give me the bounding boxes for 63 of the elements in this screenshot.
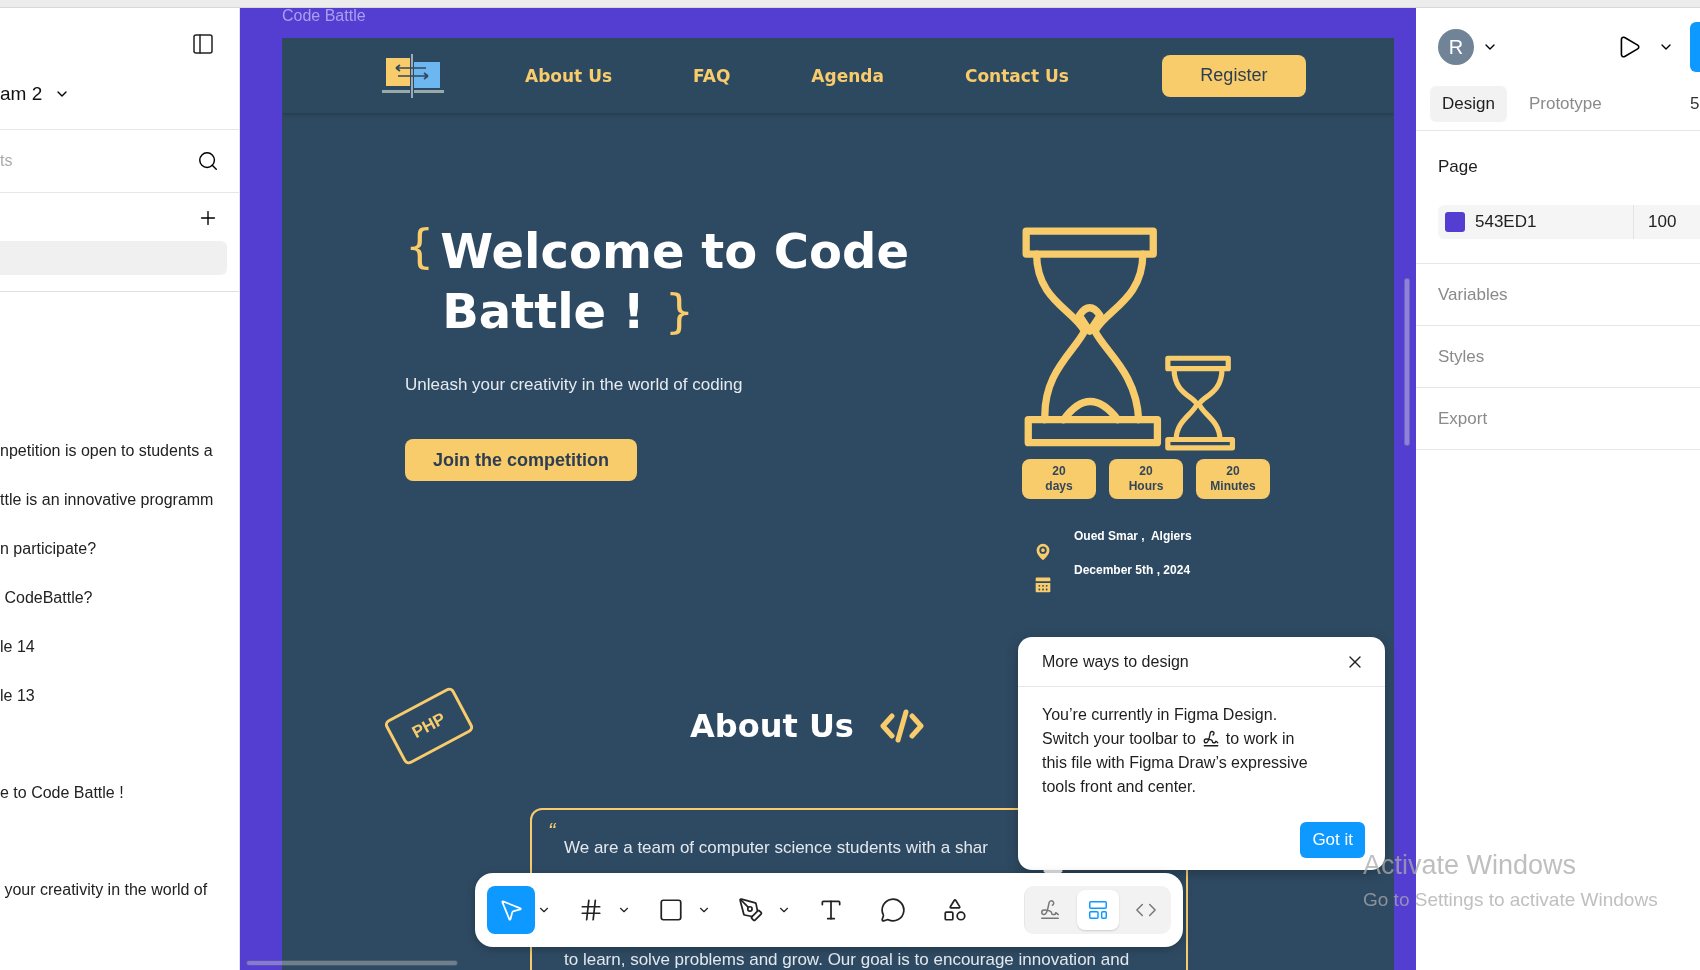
popup-title: More ways to design xyxy=(1042,652,1189,671)
zoom-label[interactable]: 5 xyxy=(1690,94,1700,114)
panel-tab[interactable]: Prototype xyxy=(1516,86,1614,122)
brace-text: } xyxy=(664,286,695,336)
user-avatar[interactable]: R xyxy=(1438,29,1474,65)
code-icon xyxy=(879,707,924,744)
about-paragraph: to learn, solve problems and grow. Our goal is to encourage innovation and xyxy=(564,950,1131,970)
panel-tab[interactable]: Design xyxy=(1430,86,1507,122)
nav-link[interactable]: FAQ xyxy=(693,65,731,86)
popup-text: Switch your toolbar to xyxy=(1042,729,1196,749)
pen-icon xyxy=(738,897,764,923)
popup-text: to work in xyxy=(1225,729,1295,749)
about-paragraph: We are a team of computer science students with a shar xyxy=(564,838,989,858)
nav-link[interactable]: Contact Us xyxy=(964,65,1069,86)
horizontal-scrollbar[interactable] xyxy=(246,960,458,966)
mode-button[interactable] xyxy=(1077,890,1119,930)
popup-text: tools front and center. xyxy=(1042,777,1196,797)
php-card: PHP xyxy=(382,685,476,766)
layer-item[interactable]: n participate? xyxy=(0,540,239,563)
sidebar-toggle-icon[interactable] xyxy=(191,32,215,56)
search-icon[interactable] xyxy=(197,150,219,172)
share-button[interactable] xyxy=(1690,22,1700,72)
nav-link[interactable]: About Us xyxy=(525,65,613,86)
hero-title: Welcome to Code xyxy=(440,222,909,281)
layer-item[interactable]: your creativity in the world of xyxy=(0,881,239,904)
squiggle-icon xyxy=(1039,899,1061,921)
popup-text: You’re currently in Figma Design. xyxy=(1042,705,1278,725)
hero-subtitle: Unleash your creativity in the world of coding xyxy=(405,375,744,395)
hex-field[interactable]: 543ED1 xyxy=(1475,212,1623,232)
countdown-pill: 20 Hours xyxy=(1109,459,1183,499)
quote-mark: “ xyxy=(548,824,557,838)
squiggle-icon xyxy=(1201,730,1220,748)
nav-link[interactable]: Agenda xyxy=(811,65,884,86)
text-icon xyxy=(818,897,844,923)
popup-text: this file with Figma Draw’s expressive xyxy=(1042,753,1308,773)
layer-item[interactable]: npetition is open to students a xyxy=(0,442,239,465)
layer-item[interactable]: le 13 xyxy=(0,687,239,710)
register-button[interactable]: Register xyxy=(1161,54,1306,97)
countdown-pill: 20 days xyxy=(1022,459,1096,499)
section-heading[interactable]: Styles xyxy=(1438,346,1485,367)
pointer-icon xyxy=(498,897,524,923)
logo-icon xyxy=(382,53,444,98)
shapes-icon xyxy=(942,897,968,923)
color-swatch[interactable] xyxy=(1445,212,1465,232)
layer-item[interactable]: le 14 xyxy=(0,638,239,661)
section-heading: Page xyxy=(1438,157,1479,177)
date-text: December 5th , 2024 xyxy=(1074,563,1192,577)
square-icon xyxy=(658,897,684,923)
hero-title: Battle ! xyxy=(441,282,645,341)
file-name[interactable]: am 2 xyxy=(0,83,43,105)
countdown-pill: 20 Minutes xyxy=(1196,459,1270,499)
join-button[interactable]: Join the competition xyxy=(405,439,637,481)
layer-item[interactable]: ttle is an innovative programm xyxy=(0,491,239,514)
layer-item[interactable]: CodeBattle? xyxy=(0,589,239,612)
opacity-field[interactable]: 100 xyxy=(1633,205,1677,239)
brace-text: { xyxy=(405,221,435,271)
section-heading[interactable]: Variables xyxy=(1438,284,1508,305)
layer-item[interactable]: e to Code Battle ! xyxy=(0,784,239,807)
location-text: Oued Smar , Algiers xyxy=(1074,529,1192,543)
vertical-scrollbar[interactable] xyxy=(1404,278,1410,446)
comment-icon xyxy=(880,897,906,923)
about-heading: About Us xyxy=(690,706,854,745)
layout-icon xyxy=(1087,899,1109,921)
